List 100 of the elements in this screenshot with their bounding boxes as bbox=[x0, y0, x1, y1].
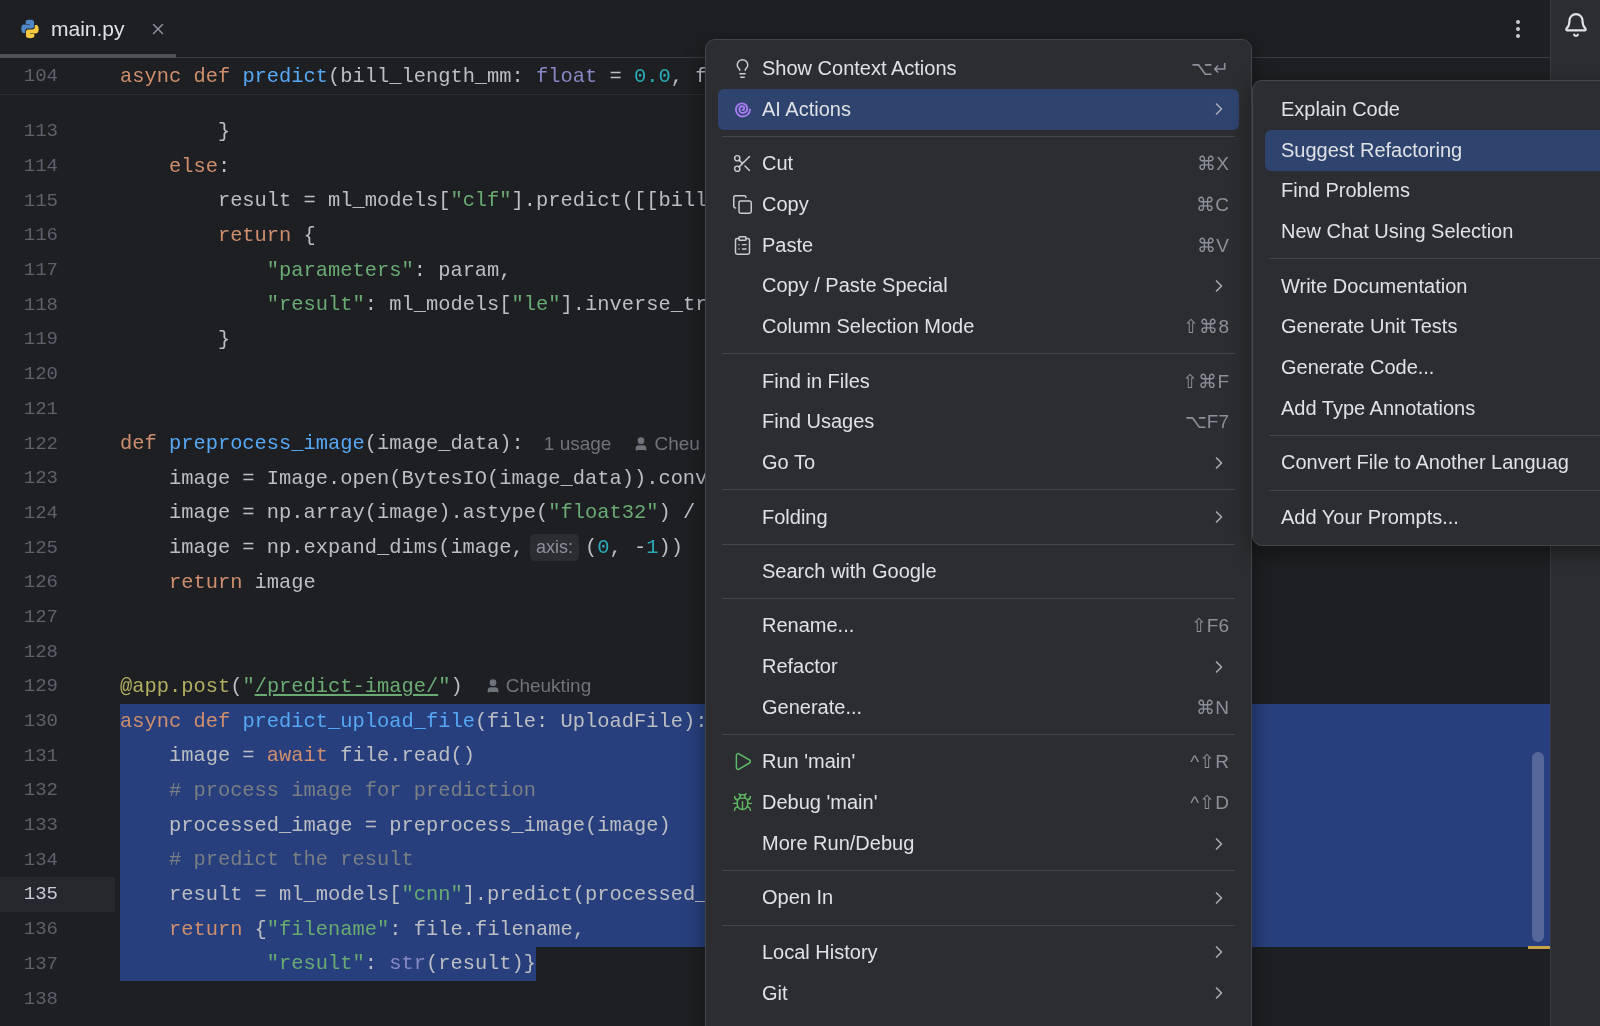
shortcut-label: ⇧F6 bbox=[1190, 614, 1229, 638]
menu-item[interactable]: Rename... ⇧F6 bbox=[718, 605, 1239, 647]
menu-item[interactable]: Refactor bbox=[718, 646, 1239, 688]
menu-item[interactable]: Show Context Actions ⌥↵ bbox=[718, 48, 1239, 89]
shortcut-label: ⌘V bbox=[1197, 233, 1229, 257]
scrollbar-thumb[interactable] bbox=[1532, 752, 1544, 942]
code-line: return { bbox=[216, 222, 316, 249]
menu-item[interactable]: Copy / Paste Special bbox=[718, 265, 1239, 307]
code-line: async def predict_upload_file(file: UploadFile): bbox=[120, 708, 708, 735]
line-number: 130 bbox=[22, 709, 59, 735]
code-line: return {"filename": file.filename, bbox=[167, 916, 586, 943]
line-number: 115 bbox=[22, 188, 59, 214]
menu-item[interactable]: More Run/Debug bbox=[718, 823, 1239, 864]
line-number: 127 bbox=[22, 604, 59, 630]
line-number: 134 bbox=[22, 847, 59, 873]
shortcut-label: ⇧⌘8 bbox=[1183, 315, 1229, 339]
code-line: else: bbox=[167, 153, 231, 180]
line-number: 136 bbox=[22, 917, 59, 943]
line-number: 135 bbox=[0, 877, 115, 912]
code-line: result = ml_models["cnn"].predict(processed_ bbox=[167, 881, 708, 908]
menu-item[interactable]: Convert File to Another Languag bbox=[1265, 442, 1600, 484]
code-line: # predict the result bbox=[167, 847, 414, 874]
warning-marker bbox=[1528, 946, 1550, 949]
parameter-hint: axis: bbox=[530, 534, 580, 562]
menu-item[interactable]: Explain Code bbox=[1265, 89, 1600, 130]
line-number: 116 bbox=[22, 223, 59, 249]
shortcut-label: ^⇧D bbox=[1190, 791, 1229, 815]
menu-item[interactable]: Suggest Refactoring bbox=[1265, 129, 1600, 171]
bug-icon bbox=[731, 792, 753, 814]
menu-item[interactable]: Copy ⌘C bbox=[718, 184, 1239, 225]
line-number: 117 bbox=[22, 258, 59, 284]
menu-item[interactable]: Run 'main' ^⇧R bbox=[718, 741, 1239, 783]
code-line: image = await file.read() bbox=[167, 743, 475, 770]
code-line: } bbox=[216, 118, 231, 145]
menu-item[interactable]: Generate... ⌘N bbox=[718, 687, 1239, 728]
line-number: 137 bbox=[22, 951, 59, 977]
menu-item[interactable]: Debug 'main' ^⇧D bbox=[718, 782, 1239, 824]
shortcut-label: ⌥↵ bbox=[1191, 56, 1229, 80]
menu-item[interactable]: Find Usages ⌥F7 bbox=[718, 401, 1239, 443]
shortcut-label: ⇧⌘F bbox=[1182, 369, 1229, 393]
menu-item[interactable]: Find Problems bbox=[1265, 170, 1600, 212]
shortcut-label: ⌘N bbox=[1196, 696, 1229, 719]
file-tab[interactable]: main.py bbox=[0, 0, 176, 58]
code-line: return image bbox=[167, 569, 316, 596]
code-line: (0, -1)) bbox=[585, 535, 683, 562]
line-number: 138 bbox=[22, 986, 59, 1012]
menu-item[interactable]: Add Your Prompts... bbox=[1265, 496, 1600, 538]
menu-item[interactable]: Find in Files ⇧⌘F bbox=[718, 360, 1239, 402]
line-number: 133 bbox=[22, 813, 59, 839]
menu-item[interactable]: Git bbox=[718, 972, 1239, 1014]
menu-item[interactable]: Add Type Annotations bbox=[1265, 388, 1600, 429]
line-number: 128 bbox=[22, 639, 59, 665]
tab-label: main.py bbox=[51, 16, 125, 41]
shortcut-label: ⌘C bbox=[1196, 192, 1229, 216]
line-number: 124 bbox=[22, 500, 59, 526]
code-line: @app.post("/predict-image/") bbox=[120, 673, 463, 700]
line-number: 126 bbox=[22, 570, 59, 596]
menu-item[interactable]: Search with Google bbox=[718, 551, 1239, 592]
menu-item[interactable]: Folding bbox=[718, 496, 1239, 538]
scissors-icon bbox=[731, 153, 753, 175]
menu-item[interactable]: Cut ⌘X bbox=[718, 143, 1239, 184]
menu-item[interactable]: New Chat Using Selection bbox=[1265, 211, 1600, 253]
code-line: "parameters": param, bbox=[265, 257, 512, 284]
line-number: 129 bbox=[22, 674, 59, 700]
menu-item[interactable]: Go To bbox=[718, 442, 1239, 484]
line-number: 125 bbox=[22, 535, 59, 561]
menu-item[interactable]: Local History bbox=[718, 931, 1239, 973]
python-icon bbox=[19, 17, 41, 40]
menu-item[interactable]: Generate Unit Tests bbox=[1265, 306, 1600, 348]
code-line: # process image for prediction bbox=[167, 777, 537, 804]
code-line: result = ml_models["clf"].predict([[bill bbox=[216, 188, 708, 215]
shortcut-label: ⌘X bbox=[1197, 152, 1229, 176]
code-line: processed_image = preprocess_image(image) bbox=[167, 812, 671, 839]
line-number: 104 bbox=[22, 64, 59, 89]
code-line: image = np.array(image).astype("float32") / bbox=[167, 500, 696, 527]
line-number: 123 bbox=[22, 466, 59, 492]
code-line: } bbox=[216, 326, 231, 353]
code-line: image = np.expand_dims(image, bbox=[167, 535, 525, 562]
line-number: 131 bbox=[22, 743, 59, 769]
shortcut-label: ⌥F7 bbox=[1184, 410, 1229, 434]
menu-item[interactable]: Write Documentation bbox=[1265, 265, 1600, 307]
menu-item[interactable]: Column Selection Mode ⇧⌘8 bbox=[718, 306, 1239, 348]
code-line: "result": ml_models["le"].inverse_tr bbox=[265, 292, 708, 319]
menu-item[interactable]: Open In bbox=[718, 877, 1239, 919]
line-number: 113 bbox=[22, 119, 59, 145]
line-number: 118 bbox=[22, 292, 59, 318]
code-line: def preprocess_image(image_data): bbox=[120, 431, 524, 458]
menu-item[interactable]: Generate Code... bbox=[1265, 347, 1600, 389]
menu-item[interactable]: AI Actions bbox=[718, 88, 1239, 130]
menu-item[interactable]: Paste ⌘V bbox=[718, 224, 1239, 266]
line-number: 119 bbox=[22, 327, 59, 353]
code-line: image = Image.open(BytesIO(image_data)).conv bbox=[167, 465, 708, 492]
line-number: 114 bbox=[22, 154, 59, 180]
line-number: 121 bbox=[22, 396, 59, 422]
line-number: 132 bbox=[22, 778, 59, 804]
notifications-icon[interactable] bbox=[1562, 12, 1589, 38]
copy-icon bbox=[731, 193, 753, 215]
shortcut-label: ^⇧R bbox=[1190, 750, 1229, 774]
line-number: 122 bbox=[22, 431, 59, 457]
line-number: 120 bbox=[22, 362, 59, 388]
